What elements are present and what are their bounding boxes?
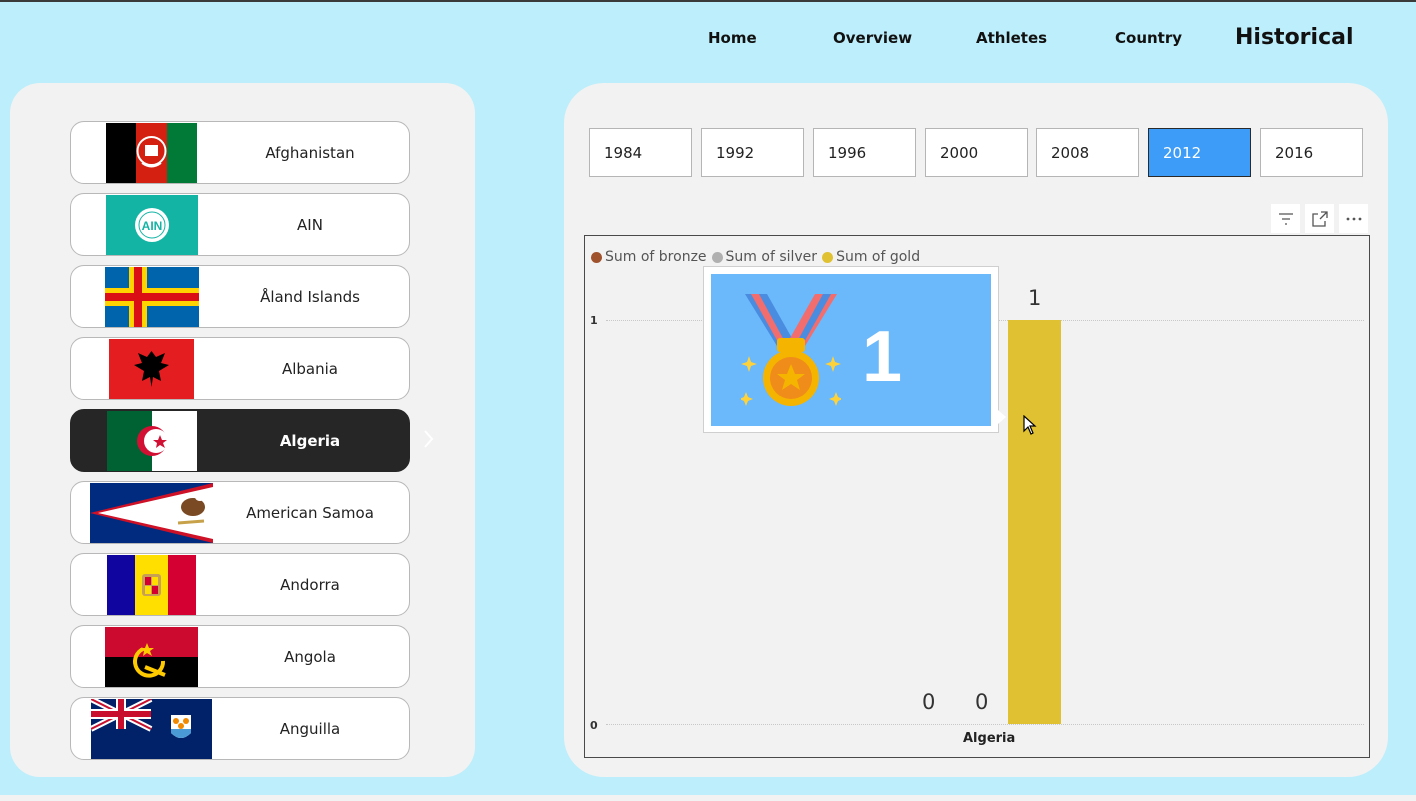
nav-athletes[interactable]: Athletes [976, 29, 1047, 47]
nav-home[interactable]: Home [708, 29, 757, 47]
legend-label: Sum of gold [836, 249, 921, 265]
country-label: American Samoa [246, 503, 374, 522]
anguilla-flag-icon [91, 699, 212, 759]
algeria-flag-icon [107, 411, 197, 471]
tooltip-caret-icon [998, 410, 1006, 424]
legend-item-silver[interactable]: Sum of silver [711, 249, 818, 265]
country-item-afghanistan[interactable]: Afghanistan [70, 121, 410, 184]
bottom-border [0, 795, 1416, 801]
country-label: Anguilla [279, 719, 341, 738]
medal-tooltip: 1 [703, 266, 999, 433]
year-button-2016[interactable]: 2016 [1260, 128, 1363, 177]
legend-item-gold[interactable]: Sum of gold [822, 249, 920, 265]
y-tick-label: 1 [590, 314, 598, 327]
country-item-algeria[interactable]: Algeria [70, 409, 410, 472]
data-label-bronze: 0 [922, 690, 936, 714]
bar-gold-algeria[interactable] [1008, 320, 1061, 724]
bronze-dot-icon [591, 251, 602, 263]
country-item-andorra[interactable]: Andorra [70, 553, 410, 616]
year-button-2012[interactable]: 2012 [1148, 128, 1251, 177]
gold-dot-icon [822, 251, 834, 263]
mouse-cursor-icon [1023, 415, 1037, 435]
country-item-american-samoa[interactable]: American Samoa [70, 481, 410, 544]
country-label: Algeria [279, 431, 341, 450]
ain-flag-text: AIN [142, 219, 163, 233]
legend-label: Sum of silver [725, 249, 818, 265]
afghanistan-flag-icon [106, 123, 197, 183]
angola-flag-icon [105, 627, 198, 687]
american-samoa-flag-icon [90, 483, 213, 543]
country-item-aland-islands[interactable]: Åland Islands [70, 265, 410, 328]
country-label: Andorra [280, 575, 340, 594]
albania-flag-icon [109, 339, 194, 399]
country-item-ain[interactable]: AIN AIN [70, 193, 410, 256]
year-button-2008[interactable]: 2008 [1036, 128, 1139, 177]
country-item-anguilla[interactable]: Anguilla [70, 697, 410, 760]
x-axis-category-label: Algeria [963, 731, 1016, 746]
data-label-gold: 1 [1028, 286, 1042, 310]
chart-legend: Sum of bronze Sum of silver Sum of gold [591, 249, 925, 265]
y-tick-label: 0 [590, 719, 598, 732]
nav-historical[interactable]: Historical [1235, 25, 1354, 50]
legend-label: Sum of bronze [605, 249, 707, 265]
tooltip-card: 1 [711, 274, 991, 426]
data-label-silver: 0 [975, 690, 989, 714]
country-label: Angola [284, 647, 336, 666]
gridline [606, 724, 1364, 725]
legend-item-bronze[interactable]: Sum of bronze [591, 249, 707, 265]
window-top-border [0, 0, 1416, 2]
nav-overview[interactable]: Overview [833, 29, 912, 47]
more-options-icon[interactable] [1339, 204, 1368, 233]
ain-flag-icon: AIN [106, 195, 198, 255]
focus-mode-icon[interactable] [1305, 204, 1334, 233]
chevron-right-icon [424, 430, 434, 448]
silver-dot-icon [711, 251, 723, 263]
country-item-angola[interactable]: Angola [70, 625, 410, 688]
filter-icon[interactable] [1271, 204, 1300, 233]
aland-islands-flag-icon [105, 267, 199, 327]
country-label: Afghanistan [265, 143, 355, 162]
nav-country[interactable]: Country [1115, 29, 1182, 47]
country-label: Albania [281, 359, 338, 378]
year-button-2000[interactable]: 2000 [925, 128, 1028, 177]
tooltip-value: 1 [862, 317, 903, 397]
year-button-1992[interactable]: 1992 [701, 128, 804, 177]
medal-icon [741, 294, 841, 406]
country-label: Åland Islands [260, 287, 360, 306]
andorra-flag-icon [107, 555, 196, 615]
year-button-1984[interactable]: 1984 [589, 128, 692, 177]
country-label: AIN [297, 215, 323, 234]
country-item-albania[interactable]: Albania [70, 337, 410, 400]
year-button-1996[interactable]: 1996 [813, 128, 916, 177]
